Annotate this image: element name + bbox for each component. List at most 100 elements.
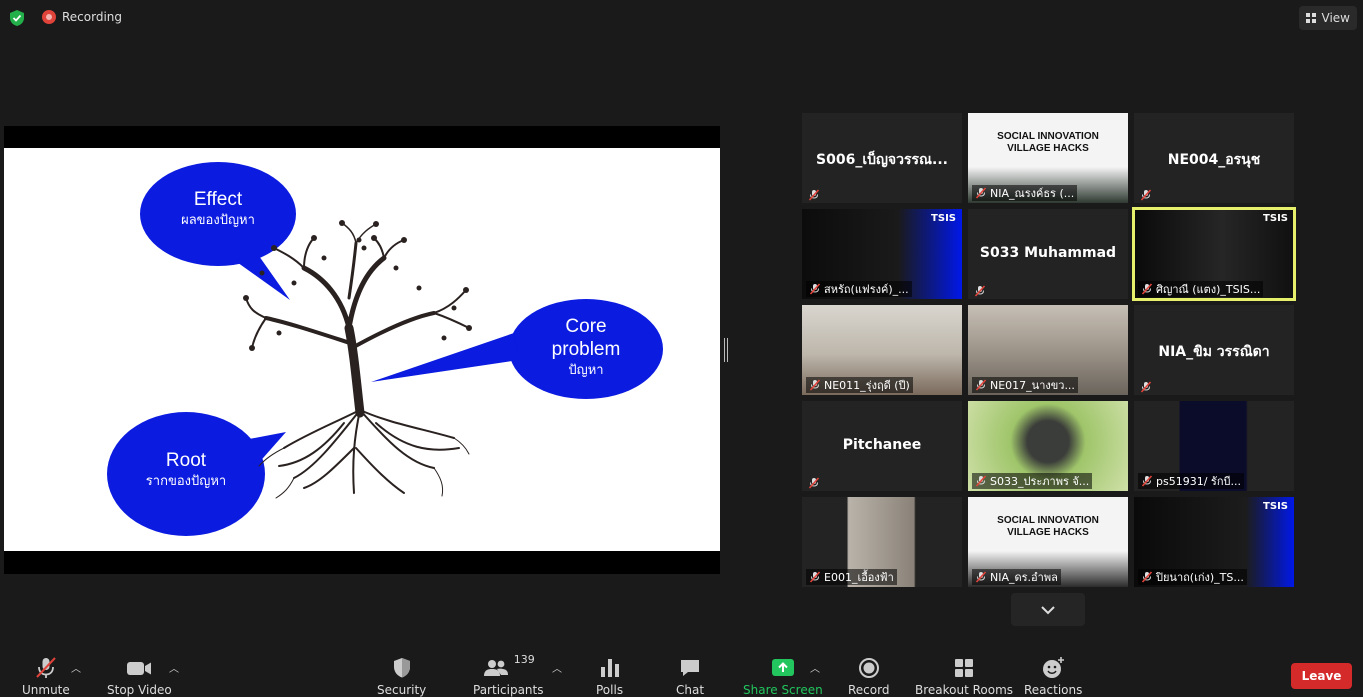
participant-label: E001_เอื้องฟ้า (806, 569, 897, 585)
recording-indicator[interactable]: Recording (42, 10, 122, 24)
unmute-label: Unmute (22, 683, 70, 697)
share-screen-label: Share Screen (743, 683, 823, 697)
effect-subtitle: ผลของปัญหา (181, 212, 255, 227)
participant-tile[interactable]: NE017_นางขว... (968, 305, 1128, 395)
participants-button[interactable]: 139 Participants (473, 653, 544, 697)
grid-view-icon (1305, 13, 1316, 23)
tsis-badge: TSIS (1263, 501, 1288, 512)
participant-label: NE011_รุ่งฤดี (ปี) (806, 377, 913, 393)
participant-label: NIA_ดร.อำพล (972, 569, 1061, 585)
participant-name: S006_เบ็ญจวรรณ... (816, 152, 948, 168)
security-button[interactable]: Security (377, 655, 426, 697)
view-label: View (1321, 11, 1350, 25)
core-title-line2: problem (551, 339, 621, 360)
participant-label: สหรัถ(แฟรงค์)_... (806, 281, 912, 297)
participant-name: E001_เอื้องฟ้า (824, 571, 894, 584)
participant-label: S033_ประภาพร จั... (972, 473, 1093, 489)
breakout-rooms-label: Breakout Rooms (915, 683, 1014, 697)
reactions-button[interactable]: Reactions (1024, 655, 1082, 697)
participants-icon: 139 (482, 653, 535, 681)
mic-muted-icon (1141, 283, 1153, 295)
mic-muted-icon (975, 571, 987, 583)
participant-tile[interactable]: TSIS ศิญาณี (แตง)_TSIS... (1132, 207, 1296, 301)
participant-label: NIA_ณรงค์ธร (... (972, 185, 1078, 201)
participant-tile[interactable]: NIA_ขิม วรรณิดา (1134, 305, 1294, 395)
participant-tile[interactable]: NE011_รุ่งฤดี (ปี) (802, 305, 962, 395)
core-title-line1: Core (565, 316, 607, 337)
participant-label: ปิยนาถ(เก่ง)_TS... (1138, 569, 1247, 585)
stop-video-button[interactable]: Stop Video (107, 655, 172, 697)
shared-screen: Effect ผลของปัญหา Core problem ปัญหา Roo… (4, 126, 720, 574)
slide: Effect ผลของปัญหา Core problem ปัญหา Roo… (4, 148, 720, 551)
participants-options-caret-icon[interactable]: ︿ (552, 660, 562, 675)
mic-muted-icon (809, 379, 821, 391)
polls-label: Polls (596, 683, 624, 697)
participant-name: NE004_อรนุช (1167, 152, 1261, 168)
mic-muted-icon (1140, 378, 1153, 393)
participant-tile[interactable]: SOCIAL INNOVATION VILLAGE HACKS NIA_ณรงค์… (968, 113, 1128, 203)
polls-button[interactable]: Polls (596, 655, 623, 697)
participant-tile[interactable]: S033_ประภาพร จั... (968, 401, 1128, 491)
participant-tile[interactable]: S006_เบ็ญจวรรณ... (802, 113, 962, 203)
mic-muted-icon (1141, 571, 1153, 583)
participant-tile[interactable]: Pitchanee (802, 401, 962, 491)
mic-muted-icon (808, 474, 821, 489)
participant-name: NIA_ดร.อำพล (990, 571, 1058, 584)
reactions-label: Reactions (1024, 683, 1083, 697)
effect-title: Effect (193, 189, 243, 210)
recording-dot-icon (42, 10, 56, 24)
video-options-caret-icon[interactable]: ︿ (169, 660, 179, 675)
record-label: Record (848, 683, 890, 697)
mic-muted-icon (975, 187, 987, 199)
participant-name: ปิยนาถ(เก่ง)_TS... (1156, 571, 1244, 584)
participant-tile[interactable]: ps51931/ รักบี... (1134, 401, 1294, 491)
core-subtitle: ปัญหา (568, 362, 604, 377)
security-label: Security (377, 683, 427, 697)
participant-tile[interactable]: E001_เอื้องฟ้า (802, 497, 962, 587)
mic-muted-icon (1141, 475, 1153, 487)
participant-tile[interactable]: TSIS ปิยนาถ(เก่ง)_TS... (1134, 497, 1294, 587)
tsis-badge: TSIS (931, 213, 956, 224)
participant-tile[interactable]: TSIS สหรัถ(แฟรงค์)_... (802, 209, 962, 299)
core-problem-bubble: Core problem ปัญหา (509, 315, 663, 379)
view-button[interactable]: View (1298, 6, 1357, 30)
participant-label: ศิญาณี (แตง)_TSIS... (1138, 281, 1264, 297)
participants-label: Participants (473, 683, 544, 697)
tsis-badge: TSIS (1263, 213, 1288, 224)
unmute-button[interactable]: Unmute (22, 655, 70, 697)
security-shield-icon[interactable] (8, 9, 26, 27)
participant-tile[interactable]: SOCIAL INNOVATION VILLAGE HACKS NIA_ดร.อำ… (968, 497, 1128, 587)
chevron-down-icon (1041, 606, 1055, 615)
record-icon (857, 655, 881, 681)
zoom-meeting-window: Recording View Effect ผลของปัญหา Core pr… (0, 0, 1363, 697)
participant-name: NIA_ณรงค์ธร (... (990, 187, 1075, 200)
breakout-rooms-button[interactable]: Breakout Rooms (915, 655, 1013, 697)
chat-label: Chat (676, 683, 705, 697)
root-subtitle: รากของปัญหา (145, 473, 227, 488)
mic-muted-icon (975, 475, 987, 487)
participant-tile[interactable]: NE004_อรนุช (1134, 113, 1294, 203)
leave-button[interactable]: Leave (1291, 663, 1352, 689)
effect-bubble: Effect ผลของปัญหา (140, 188, 296, 229)
participant-name: NE011_รุ่งฤดี (ปี) (824, 379, 910, 392)
mic-muted-icon (1140, 186, 1153, 201)
share-options-caret-icon[interactable]: ︿ (810, 660, 820, 675)
participant-label: NE017_นางขว... (972, 377, 1078, 393)
share-screen-arrow-icon (770, 655, 796, 681)
mic-muted-icon (975, 379, 987, 391)
security-shield-icon (390, 655, 414, 681)
video-camera-icon (125, 655, 153, 681)
recording-label: Recording (62, 10, 123, 24)
participant-tile[interactable]: S033 Muhammad (968, 209, 1128, 299)
participant-name: NE017_นางขว... (990, 379, 1075, 392)
mic-muted-icon (809, 283, 821, 295)
chat-button[interactable]: Chat (676, 655, 704, 697)
root-bubble: Root รากของปัญหา (107, 449, 265, 490)
participant-name: NIA_ขิม วรรณิดา (1158, 344, 1270, 360)
participant-count: 139 (513, 653, 535, 666)
gallery-next-page-button[interactable] (1011, 593, 1085, 626)
audio-options-caret-icon[interactable]: ︿ (71, 660, 81, 675)
chat-bubble-icon (678, 655, 702, 681)
split-resize-handle[interactable] (724, 338, 728, 362)
record-button[interactable]: Record (848, 655, 889, 697)
